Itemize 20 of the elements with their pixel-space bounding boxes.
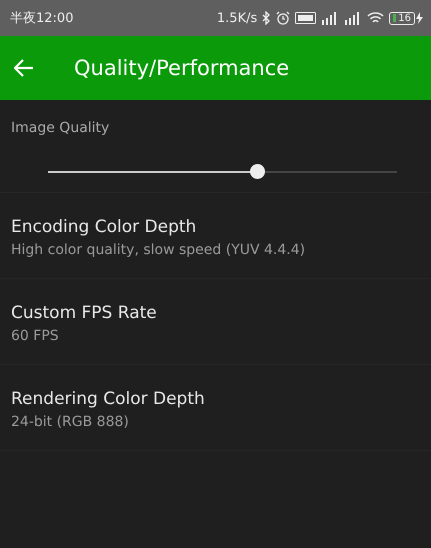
setting-label: Image Quality [11,120,110,136]
setting-title: Rendering Color Depth [11,389,206,409]
setting-row[interactable]: Custom FPS Rate 60 FPS [0,279,431,365]
setting-summary: 60 FPS [11,328,60,344]
setting-summary: High color quality, slow speed (YUV 4.4.4) [11,242,306,258]
clock: 半夜12:00 [10,10,74,27]
setting-summary: 24-bit (RGB 888) [11,414,130,430]
charging-icon [416,12,423,24]
bluetooth-icon [262,11,272,25]
setting-title: Custom FPS Rate [11,303,158,323]
setting-row[interactable]: Rendering Color Depth 24-bit (RGB 888) [0,365,431,451]
vpn-icon [295,12,316,24]
setting-title: Encoding Color Depth [11,217,198,237]
alarm-icon [276,11,290,25]
wifi-icon [367,12,384,24]
network-speed: 1.5K/s [216,10,258,26]
slider-thumb[interactable] [250,164,266,179]
screen-title: Quality/Performance [74,56,290,80]
battery-indicator: 16 [389,12,415,24]
setting-row[interactable]: Encoding Color Depth High color quality, slow speed (YUV 4.4.4) [0,193,431,279]
